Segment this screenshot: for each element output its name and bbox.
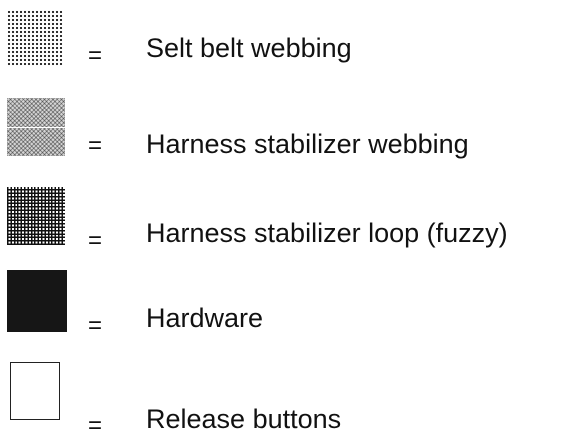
legend-label: Harness stabilizer webbing [146, 129, 469, 159]
equals-sign: = [88, 412, 103, 439]
legend-label: Release buttons [146, 404, 342, 434]
legend-item-harness-stabilizer-loop: = Harness stabilizer loop (fuzzy) [0, 180, 576, 260]
legend-label: Harness stabilizer loop (fuzzy) [146, 218, 508, 248]
legend-item-hardware: = Hardware [0, 270, 576, 350]
legend-item-release-buttons: = Release buttons [0, 362, 576, 439]
legend-label: Selt belt webbing [146, 33, 352, 63]
outline-rectangle-icon [10, 362, 60, 420]
fine-dot-pattern-icon [7, 10, 63, 66]
legend-item-seat-belt-webbing: = Selt belt webbing [0, 0, 576, 80]
equals-sign: = [88, 227, 103, 254]
solid-black-icon [7, 270, 67, 332]
equals-sign: = [88, 132, 103, 159]
stipple-pattern-icon [7, 98, 65, 156]
swatch-seam [7, 127, 65, 128]
legend: = Selt belt webbing = Harness stabilizer… [0, 0, 576, 439]
legend-item-harness-stabilizer-webbing: = Harness stabilizer webbing [0, 90, 576, 170]
legend-label: Hardware [146, 303, 264, 333]
equals-sign: = [88, 312, 103, 339]
equals-sign: = [88, 42, 103, 69]
crosshatch-pattern-icon [7, 187, 65, 245]
